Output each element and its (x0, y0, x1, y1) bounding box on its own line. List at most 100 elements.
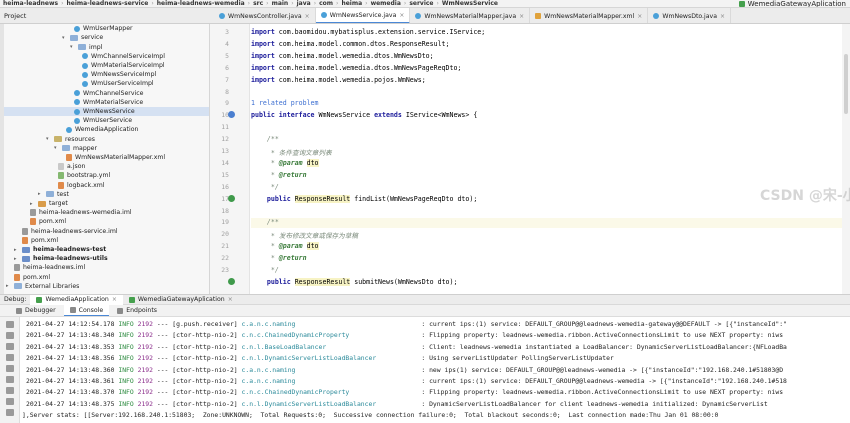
run-config-selector[interactable]: WemediaGatewayAplication (748, 0, 846, 7)
chevron-right-icon[interactable]: ▸ (14, 256, 19, 262)
tree-item[interactable]: ▾ mapper (54, 144, 97, 154)
tree-item[interactable]: WmNewsMaterialMapper.xml (66, 153, 165, 163)
chevron-right-icon[interactable]: ▸ (38, 191, 43, 197)
tree-item[interactable]: WmChannelService (74, 88, 143, 98)
hammer-icon[interactable] (738, 1, 745, 7)
editor-tab[interactable]: WmNewsMaterialMapper.java × (410, 8, 531, 23)
tree-item[interactable]: heima-leadnews-wemedia.iml (30, 208, 132, 218)
tree-item[interactable]: a.json (58, 162, 85, 172)
chevron-right-icon[interactable]: ▸ (6, 283, 11, 289)
chevron-down-icon[interactable]: ▾ (70, 44, 75, 50)
chevron-down-icon[interactable]: ▾ (62, 35, 67, 41)
tree-item-label: a.json (67, 163, 86, 171)
chevron-down-icon[interactable]: ▾ (54, 145, 59, 151)
tree-item-label: target (49, 200, 68, 208)
tree-item[interactable]: pom.xml (14, 272, 50, 282)
chevron-right-icon[interactable]: ▸ (14, 247, 19, 253)
tree-item[interactable]: ▸ target (30, 199, 68, 209)
tree-item[interactable]: heima-leadnews-service.iml (22, 226, 118, 236)
breadcrumb-item[interactable]: src (250, 0, 266, 7)
close-icon[interactable]: × (399, 12, 404, 19)
close-icon[interactable]: × (112, 296, 117, 303)
breadcrumb-item[interactable]: heima-leadnews (0, 0, 61, 7)
close-icon[interactable]: × (519, 13, 524, 20)
editor-scroll-thumb[interactable] (844, 54, 848, 114)
editor-tab[interactable]: WmNewsMaterialMapper.xml × (530, 8, 649, 23)
related-problem-link[interactable]: 1 related problem (251, 99, 319, 107)
tree-item[interactable]: ▸ heima-leadnews-utils (14, 254, 108, 264)
tree-item[interactable]: WmNewsService (0, 106, 209, 117)
project-view-selector[interactable]: Project (0, 12, 46, 20)
code-token: com.heima.model.wemedia.dtos.WmNewsPageR… (278, 63, 462, 72)
rerun-icon[interactable] (6, 321, 14, 328)
tree-item[interactable]: WmNewsServiceImpl (82, 70, 156, 80)
resume-icon[interactable] (6, 343, 14, 350)
debug-subtab[interactable]: Console (63, 305, 110, 316)
chevron-right-icon[interactable]: ▸ (30, 201, 35, 207)
pause-icon[interactable] (6, 354, 14, 361)
breadcrumb-item[interactable]: java (294, 0, 314, 7)
breadcrumb-item[interactable]: heima (338, 0, 365, 7)
close-icon[interactable] (6, 409, 14, 416)
close-icon[interactable]: × (720, 13, 725, 20)
tree-item-label: logback.xml (67, 181, 105, 189)
implemented-icon[interactable] (228, 194, 235, 202)
tree-item-label: pom.xml (31, 236, 59, 244)
tree-item[interactable]: ▸ heima-leadnews-test (14, 245, 106, 255)
implemented-icon[interactable] (228, 111, 235, 119)
breadcrumb-item[interactable]: service (406, 0, 436, 7)
tree-item[interactable]: WemediaApplication (66, 125, 138, 135)
editor-tab[interactable]: WmNewsDto.java × (648, 8, 732, 23)
tree-item[interactable]: ▸ External Libraries (6, 282, 79, 292)
tree-item[interactable]: pom.xml (30, 217, 66, 227)
tree-item[interactable]: WmUserServiceImpl (82, 79, 154, 89)
tree-item-label: WmMaterialService (83, 98, 144, 106)
close-icon[interactable]: × (637, 13, 642, 20)
implemented-icon[interactable] (228, 277, 235, 285)
debug-subtab[interactable]: Debugger (10, 305, 62, 316)
tree-item[interactable]: heima-leadnews.iml (14, 263, 85, 273)
tree-item[interactable]: WmChannelServiceImpl (82, 52, 165, 62)
tree-item-label: resources (65, 135, 95, 143)
breadcrumb-item[interactable]: heima-leadnews-service (64, 0, 152, 7)
breadcrumb-item[interactable]: heima-leadnews-wemedia (154, 0, 248, 7)
close-icon[interactable]: × (305, 13, 310, 20)
line-number: 14 (221, 158, 229, 167)
close-icon[interactable]: × (228, 296, 233, 303)
tree-item[interactable]: ▾ resources (46, 134, 95, 144)
settings-icon[interactable] (6, 387, 14, 394)
stop-icon[interactable] (6, 332, 14, 339)
mute-breakpoints-icon[interactable] (6, 376, 14, 383)
debug-session-tab[interactable]: WemediaApplication × (30, 294, 123, 305)
console-actions (0, 317, 20, 423)
code-editor[interactable]: import com.baomidou.mybatisplus.extensio… (251, 24, 850, 294)
tree-item[interactable]: ▾ service (62, 33, 103, 43)
tree-item[interactable]: bootstrap.yml (58, 171, 110, 181)
log-logger: c.n.l.DynamicServerListLoadBalancer (241, 399, 377, 408)
pin-icon[interactable] (6, 398, 14, 405)
tree-item[interactable]: pom.xml (22, 236, 58, 246)
breadcrumb-item[interactable]: com (316, 0, 336, 7)
tree-item[interactable]: ▾ impl (70, 42, 102, 52)
tree-item[interactable]: ▸ test (38, 190, 69, 200)
breadcrumb-item[interactable]: WmNewsService (439, 0, 501, 7)
breadcrumb-item[interactable]: wemedia (368, 0, 404, 7)
debug-subtab[interactable]: Endpoints (111, 305, 163, 316)
editor-tab[interactable]: WmNewsService.java × (315, 8, 411, 23)
editor-scrollbar[interactable] (842, 24, 850, 294)
tree-item[interactable]: WmUserService (74, 116, 132, 126)
tree-item[interactable]: WmMaterialService (74, 98, 143, 108)
console-output[interactable]: 2021-04-27 14:12:54.178 INFO 2192 --- [g… (20, 317, 850, 423)
debug-session-tab[interactable]: WemediaGatewayAplication × (123, 295, 239, 305)
tab-label: WmNewsService.java (329, 11, 397, 19)
tree-item[interactable]: logback.xml (58, 180, 105, 190)
tree-item[interactable]: WmUserMapper (74, 24, 133, 34)
chevron-down-icon[interactable]: ▾ (46, 136, 51, 142)
line-number: 16 (221, 182, 229, 191)
folder-icon (46, 191, 54, 198)
view-breakpoints-icon[interactable] (6, 365, 14, 372)
editor-tab[interactable]: WmNewsController.java × (214, 8, 316, 23)
tree-item[interactable]: WmMaterialServiceImpl (82, 61, 165, 71)
breadcrumb-item[interactable]: main (269, 0, 292, 7)
log-level: INFO (118, 388, 134, 397)
